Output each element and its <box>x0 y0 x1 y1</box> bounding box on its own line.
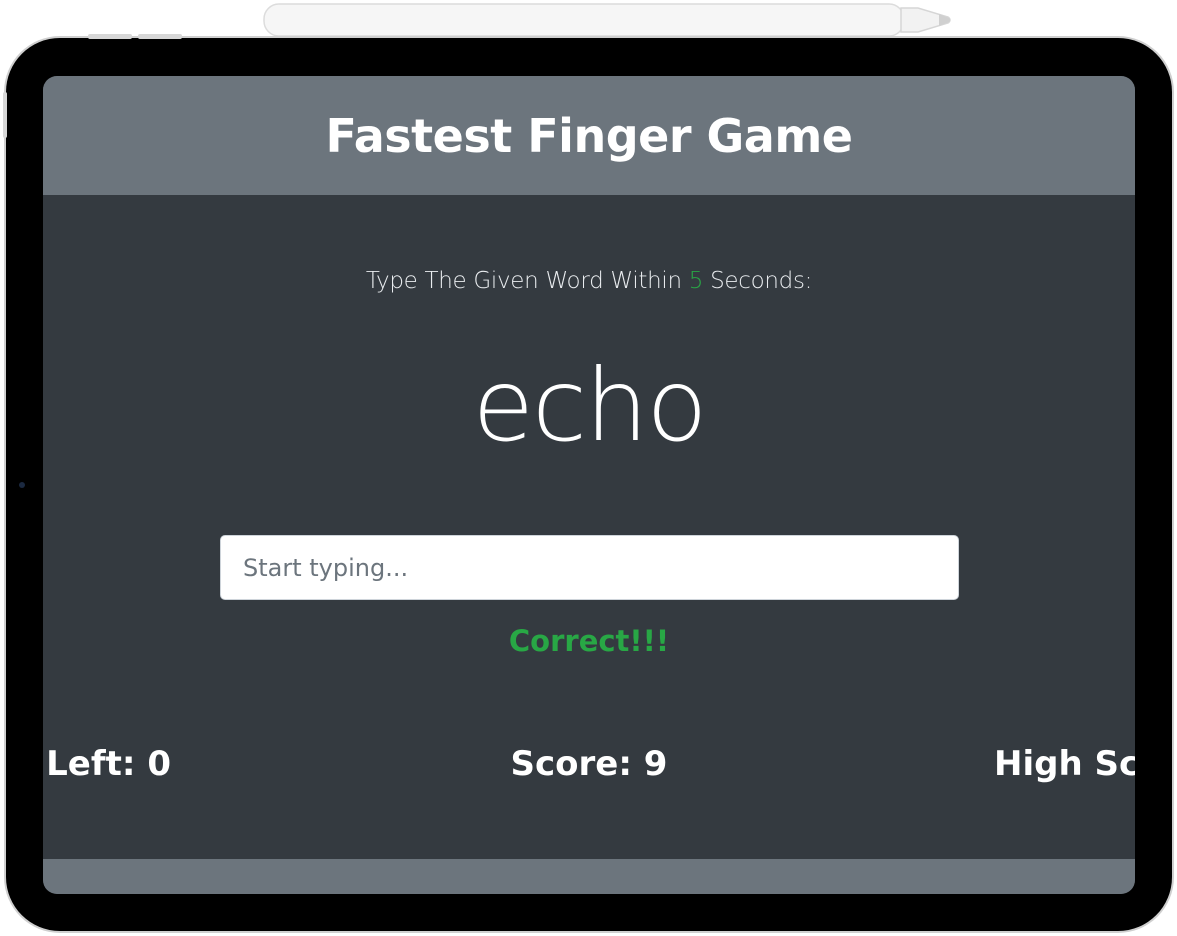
instruction-prefix: Type The Given Word Within <box>365 268 689 294</box>
seconds-value: 5 <box>688 268 704 294</box>
pencil-image <box>263 3 951 37</box>
volume-button <box>88 34 132 39</box>
page-header: Fastest Finger Game <box>43 76 1135 195</box>
camera-icon <box>19 482 25 488</box>
volume-button <box>138 34 182 39</box>
side-button <box>3 92 7 138</box>
game-screen: Fastest Finger Game Type The Given Word … <box>43 76 1135 894</box>
status-message: Correct!!! <box>508 624 670 658</box>
page-footer <box>43 859 1135 894</box>
page: Fastest Finger Game Type The Given Word … <box>0 0 1177 936</box>
score-stat: Score: 9 <box>510 744 668 784</box>
word-input[interactable] <box>220 535 959 600</box>
high-score-stat: High Score <box>994 744 1135 784</box>
current-word: echo <box>472 347 707 464</box>
instruction-suffix: Seconds: <box>703 268 813 294</box>
page-title: Fastest Finger Game <box>325 108 853 163</box>
instruction-text: Type The Given Word Within 5 Seconds: <box>43 268 1135 294</box>
